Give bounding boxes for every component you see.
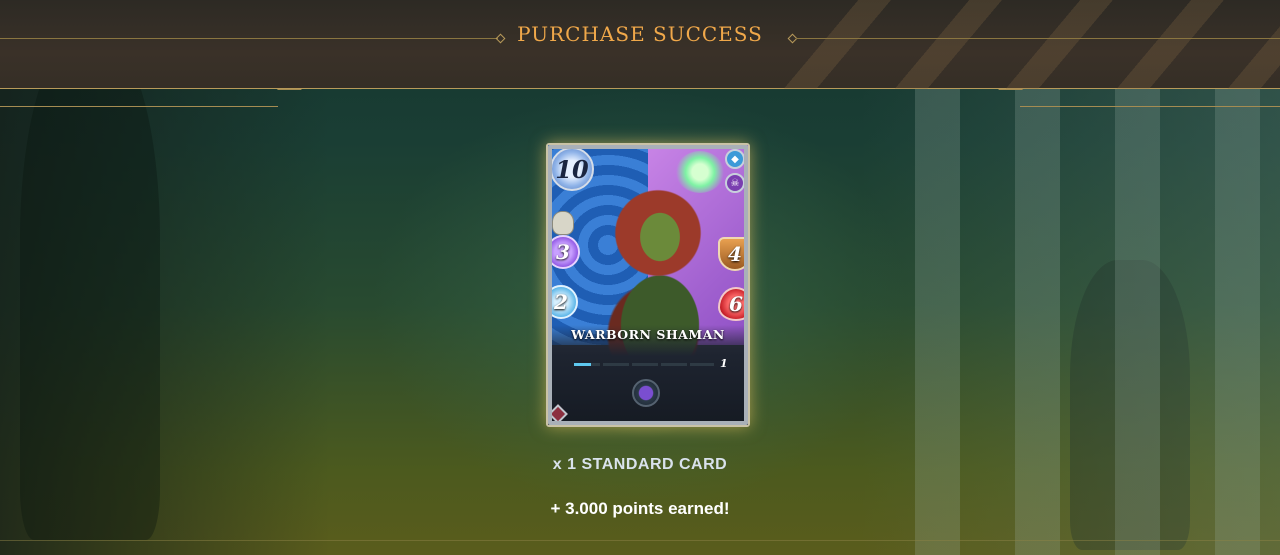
level-progress-fill	[574, 363, 591, 366]
bottom-frame-edge	[0, 540, 1280, 555]
armor-stat: 4	[718, 237, 748, 271]
skull-ornament-icon	[552, 211, 574, 235]
death-icon: ☠	[725, 173, 745, 193]
card-level: 1	[720, 357, 728, 370]
magic-attack-stat: 3	[548, 235, 580, 269]
mana-cost-badge: 10	[550, 147, 594, 191]
frame-bracket-right	[1020, 89, 1280, 107]
water-icon: ◆	[725, 149, 745, 169]
points-earned-label: + 3.000 points earned!	[550, 499, 730, 518]
frame-bracket-left	[0, 89, 278, 107]
reward-card[interactable]: 10 ◆ ☠ 3 2 4 6 WARBORN SHAMAN 1	[546, 143, 750, 427]
title-divider-right	[796, 38, 1280, 39]
level-progress-track	[574, 363, 714, 366]
health-stat: 6	[718, 287, 748, 321]
death-splinter-icon	[632, 379, 660, 407]
reward-quantity-label: x 1 STANDARD CARD	[552, 456, 728, 473]
card-name: WARBORN SHAMAN	[571, 327, 725, 342]
page-title: PURCHASE SUCCESS	[517, 22, 763, 46]
